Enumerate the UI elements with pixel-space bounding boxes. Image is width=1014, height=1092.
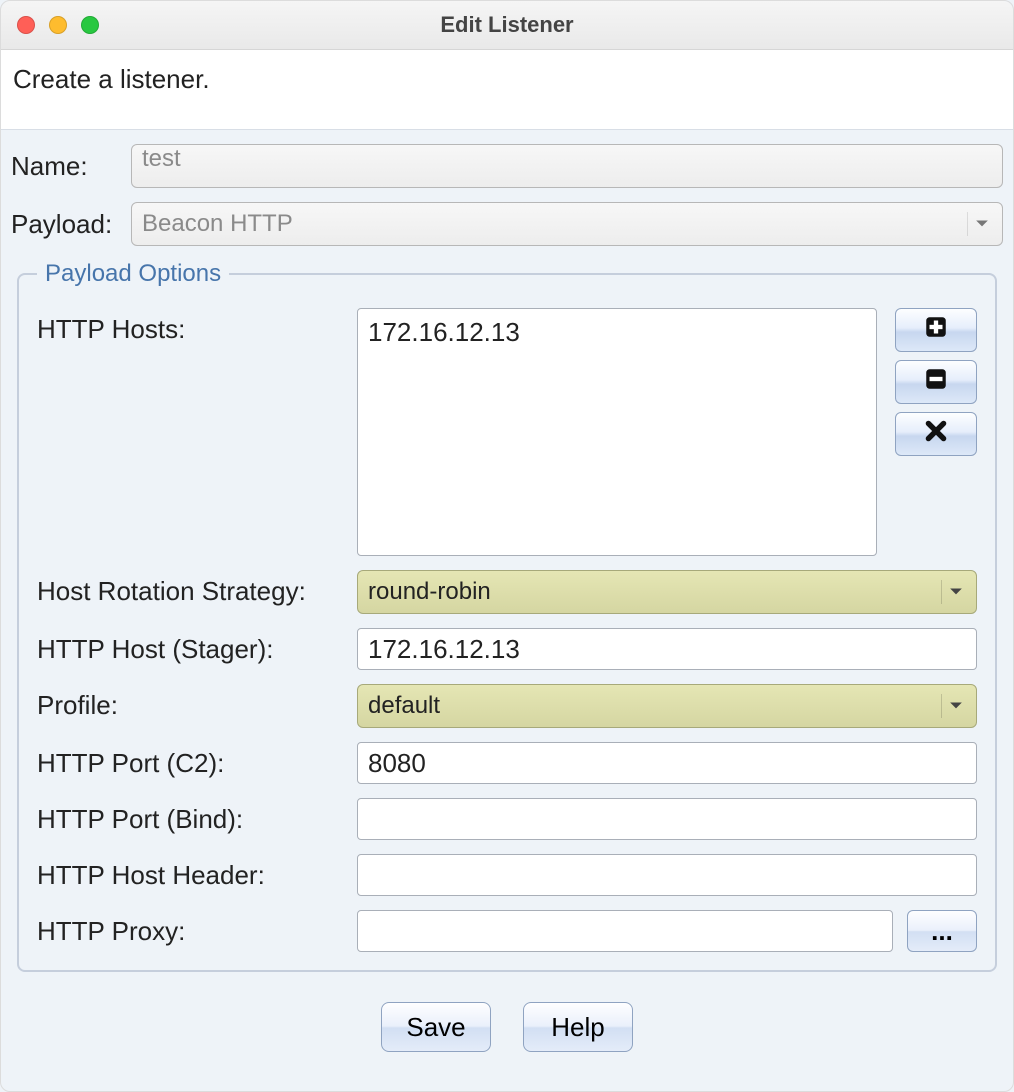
chevron-down-icon (941, 694, 970, 718)
http-proxy-label: HTTP Proxy: (37, 910, 357, 947)
http-proxy-browse-button[interactable]: ... (907, 910, 977, 952)
http-port-bind-label: HTTP Port (Bind): (37, 798, 357, 835)
host-rotation-select[interactable]: round-robin (357, 570, 977, 614)
clear-hosts-button[interactable] (895, 412, 977, 456)
http-port-c2-label: HTTP Port (C2): (37, 742, 357, 779)
minus-icon (923, 366, 949, 399)
remove-host-button[interactable] (895, 360, 977, 404)
http-host-stager-label: HTTP Host (Stager): (37, 628, 357, 665)
http-hosts-label: HTTP Hosts: (37, 308, 357, 345)
help-button[interactable]: Help (523, 1002, 633, 1052)
http-port-bind-input[interactable] (357, 798, 977, 840)
http-host-header-input[interactable] (357, 854, 977, 896)
save-button[interactable]: Save (381, 1002, 491, 1052)
chevron-down-icon (967, 212, 996, 236)
list-item[interactable]: 172.16.12.13 (368, 317, 866, 348)
host-rotation-label: Host Rotation Strategy: (37, 570, 357, 607)
name-input-value: test (142, 145, 181, 172)
http-host-header-label: HTTP Host Header: (37, 854, 357, 891)
chevron-down-icon (941, 580, 970, 604)
http-hosts-list[interactable]: 172.16.12.13 (357, 308, 877, 556)
profile-value: default (368, 692, 440, 720)
name-input[interactable]: test (131, 144, 1003, 188)
host-rotation-value: round-robin (368, 578, 491, 606)
titlebar: Edit Listener (1, 1, 1013, 50)
http-host-stager-input[interactable] (357, 628, 977, 670)
profile-select[interactable]: default (357, 684, 977, 728)
form-description: Create a listener. (1, 50, 1013, 130)
plus-icon (923, 314, 949, 347)
profile-label: Profile: (37, 684, 357, 721)
http-port-c2-input[interactable] (357, 742, 977, 784)
edit-listener-window: Edit Listener Create a listener. Name: t… (0, 0, 1014, 1092)
window-title: Edit Listener (1, 12, 1013, 38)
dialog-buttons: Save Help (1, 990, 1013, 1068)
payload-select-value: Beacon HTTP (142, 210, 293, 238)
payload-options-legend: Payload Options (37, 260, 229, 288)
form-area: Name: test Payload: Beacon HTTP Payload … (1, 130, 1013, 990)
payload-options-group: Payload Options HTTP Hosts: 172.16.12.13 (17, 260, 997, 972)
add-host-button[interactable] (895, 308, 977, 352)
payload-label: Payload: (11, 209, 131, 240)
name-label: Name: (11, 151, 131, 182)
close-icon (923, 418, 949, 451)
http-proxy-input[interactable] (357, 910, 893, 952)
payload-select[interactable]: Beacon HTTP (131, 202, 1003, 246)
